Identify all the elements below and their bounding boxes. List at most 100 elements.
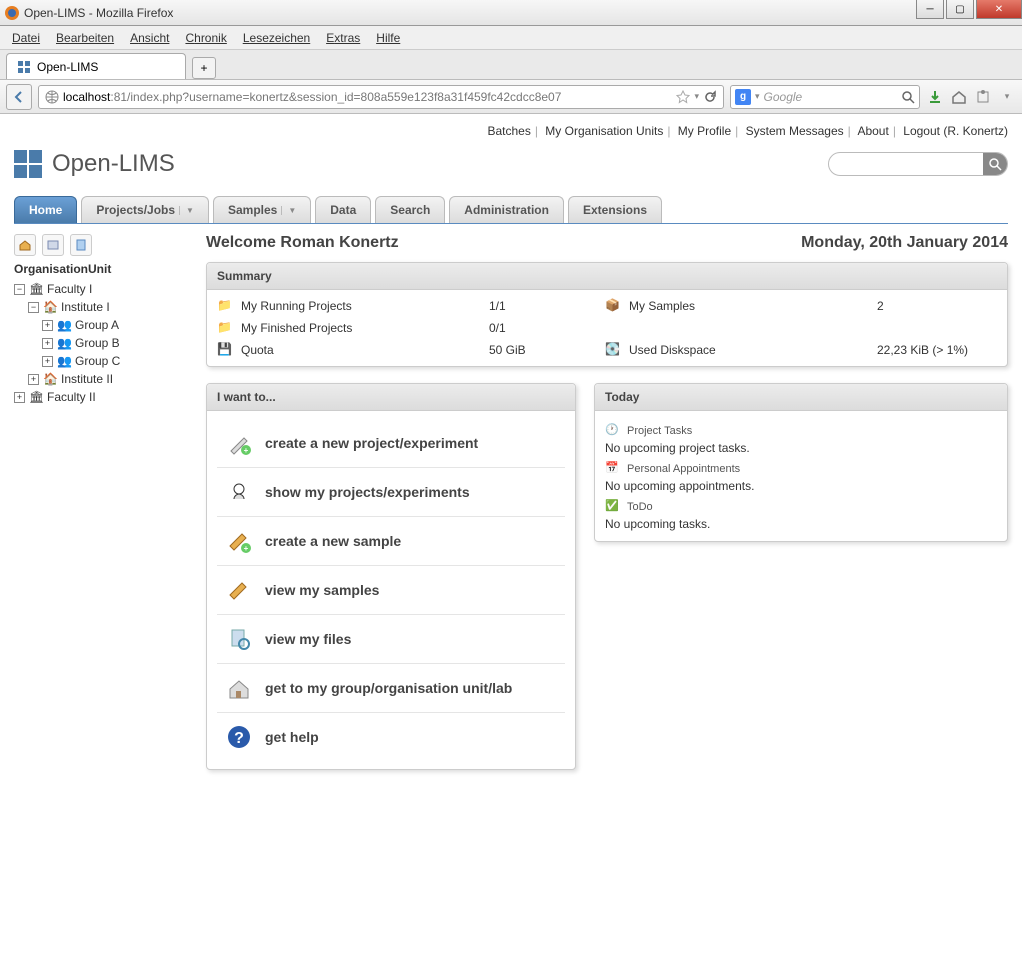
topnav-profile[interactable]: My Profile	[678, 124, 731, 138]
tab-extensions[interactable]: Extensions	[568, 196, 662, 223]
finished-label: My Finished Projects	[241, 321, 483, 335]
bookmark-star-icon[interactable]	[676, 90, 690, 104]
back-button[interactable]	[6, 84, 32, 110]
sidebar-home-icon[interactable]	[14, 234, 36, 256]
menu-lesezeichen[interactable]: Lesezeichen	[237, 29, 316, 47]
today-panel: Today 🕐Project Tasks No upcoming project…	[594, 383, 1008, 542]
logo[interactable]: Open-LIMS	[14, 150, 175, 178]
house-icon: 🏠	[43, 300, 57, 314]
iwant-title: I want to...	[207, 384, 575, 411]
ptasks-text: No upcoming project tasks.	[605, 441, 997, 455]
view-files-icon	[225, 625, 253, 653]
dropdown-arrow-icon[interactable]: ▾	[694, 91, 699, 102]
group-icon: 👥	[57, 354, 71, 368]
menu-dropdown-icon[interactable]: ▾	[998, 88, 1016, 106]
globe-icon	[45, 90, 59, 104]
action-create-project[interactable]: + create a new project/experiment	[217, 419, 565, 467]
reload-icon[interactable]	[703, 90, 717, 104]
chevron-down-icon[interactable]: ▼	[179, 206, 194, 215]
quota-icon: 💾	[217, 342, 233, 358]
sidebar-title: OrganisationUnit	[14, 262, 194, 276]
minimize-button[interactable]: ─	[916, 0, 944, 19]
url-bar[interactable]: localhost:81/index.php?username=konertz&…	[38, 85, 724, 109]
topnav-logout[interactable]: Logout (R. Konertz)	[903, 124, 1008, 138]
tabbar: Open-LIMS +	[0, 50, 1022, 80]
tab-search[interactable]: Search	[375, 196, 445, 223]
sidebar-doc-icon[interactable]	[70, 234, 92, 256]
topnav-messages[interactable]: System Messages	[746, 124, 844, 138]
menubar: Datei Bearbeiten Ansicht Chronik Lesezei…	[0, 26, 1022, 50]
chevron-down-icon[interactable]: ▼	[281, 206, 296, 215]
search-engine-box[interactable]: g ▾ Google	[730, 85, 920, 109]
action-view-files[interactable]: view my files	[217, 614, 565, 663]
topnav-about[interactable]: About	[857, 124, 888, 138]
running-label: My Running Projects	[241, 299, 483, 313]
search-submit-icon[interactable]	[983, 153, 1007, 175]
titlebar: Open-LIMS - Mozilla Firefox ─ ▢ ✕	[0, 0, 1022, 26]
tab-data[interactable]: Data	[315, 196, 371, 223]
quota-label: Quota	[241, 343, 483, 357]
tab-home[interactable]: Home	[14, 196, 77, 223]
tab-favicon	[17, 60, 31, 74]
samples-label: My Samples	[629, 299, 871, 313]
tree-inst2[interactable]: +🏠Institute II	[28, 370, 194, 388]
browser-tab[interactable]: Open-LIMS	[6, 53, 186, 79]
tree-faculty2[interactable]: +🏛Faculty II	[14, 388, 194, 406]
main-tabs: Home Projects/Jobs▼ Samples▼ Data Search…	[14, 196, 1008, 224]
action-help[interactable]: ? get help	[217, 712, 565, 761]
menu-bearbeiten[interactable]: Bearbeiten	[50, 29, 120, 47]
close-button[interactable]: ✕	[976, 0, 1022, 19]
addon-icon[interactable]	[974, 88, 992, 106]
action-goto-group[interactable]: get to my group/organisation unit/lab	[217, 663, 565, 712]
action-show-projects[interactable]: show my projects/experiments	[217, 467, 565, 516]
logo-text: Open-LIMS	[52, 150, 175, 178]
new-tab-button[interactable]: +	[192, 57, 216, 79]
url-text: localhost:81/index.php?username=konertz&…	[63, 90, 672, 104]
action-view-samples[interactable]: view my samples	[217, 565, 565, 614]
sidebar: OrganisationUnit −🏛Faculty I −🏠Institute…	[14, 234, 194, 786]
finished-val: 0/1	[489, 321, 599, 335]
topnav-batches[interactable]: Batches	[487, 124, 530, 138]
house-icon	[225, 674, 253, 702]
menu-ansicht[interactable]: Ansicht	[124, 29, 175, 47]
action-create-sample[interactable]: + create a new sample	[217, 516, 565, 565]
download-icon[interactable]	[926, 88, 944, 106]
finished-projects-icon: 📁	[217, 320, 233, 336]
maximize-button[interactable]: ▢	[946, 0, 974, 19]
menu-extras[interactable]: Extras	[320, 29, 366, 47]
menu-chronik[interactable]: Chronik	[179, 29, 232, 47]
running-val: 1/1	[489, 299, 599, 313]
samples-icon: 📦	[605, 298, 621, 314]
view-samples-icon	[225, 576, 253, 604]
top-nav: Batches| My Organisation Units| My Profi…	[14, 120, 1008, 142]
disk-label: Used Diskspace	[629, 343, 871, 357]
search-icon[interactable]	[901, 90, 915, 104]
sidebar-window-icon[interactable]	[42, 234, 64, 256]
summary-panel: Summary 📁 My Running Projects 1/1 📦 My S…	[206, 262, 1008, 367]
samples-val: 2	[877, 299, 997, 313]
quota-val: 50 GiB	[489, 343, 599, 357]
menu-datei[interactable]: Datei	[6, 29, 46, 47]
tree-faculty1[interactable]: −🏛Faculty I	[14, 280, 194, 298]
search-placeholder: Google	[764, 90, 803, 104]
menu-hilfe[interactable]: Hilfe	[370, 29, 406, 47]
show-projects-icon	[225, 478, 253, 506]
tab-admin[interactable]: Administration	[449, 196, 564, 223]
appt-text: No upcoming appointments.	[605, 479, 997, 493]
todo-text: No upcoming tasks.	[605, 517, 997, 531]
google-icon: g	[735, 89, 751, 105]
topnav-org[interactable]: My Organisation Units	[545, 124, 663, 138]
tab-projects[interactable]: Projects/Jobs▼	[81, 196, 209, 223]
site-search[interactable]	[828, 152, 1008, 176]
disk-icon: 💽	[605, 342, 621, 358]
today-title: Today	[595, 384, 1007, 411]
page-content: Batches| My Organisation Units| My Profi…	[0, 114, 1022, 958]
browser-tab-label: Open-LIMS	[37, 60, 98, 74]
tree-groupA[interactable]: +👥Group A	[42, 316, 194, 334]
tree-inst1[interactable]: −🏠Institute I	[28, 298, 194, 316]
tree-groupC[interactable]: +👥Group C	[42, 352, 194, 370]
tree-groupB[interactable]: +👥Group B	[42, 334, 194, 352]
home-icon[interactable]	[950, 88, 968, 106]
window-title: Open-LIMS - Mozilla Firefox	[24, 6, 1018, 20]
tab-samples[interactable]: Samples▼	[213, 196, 311, 223]
